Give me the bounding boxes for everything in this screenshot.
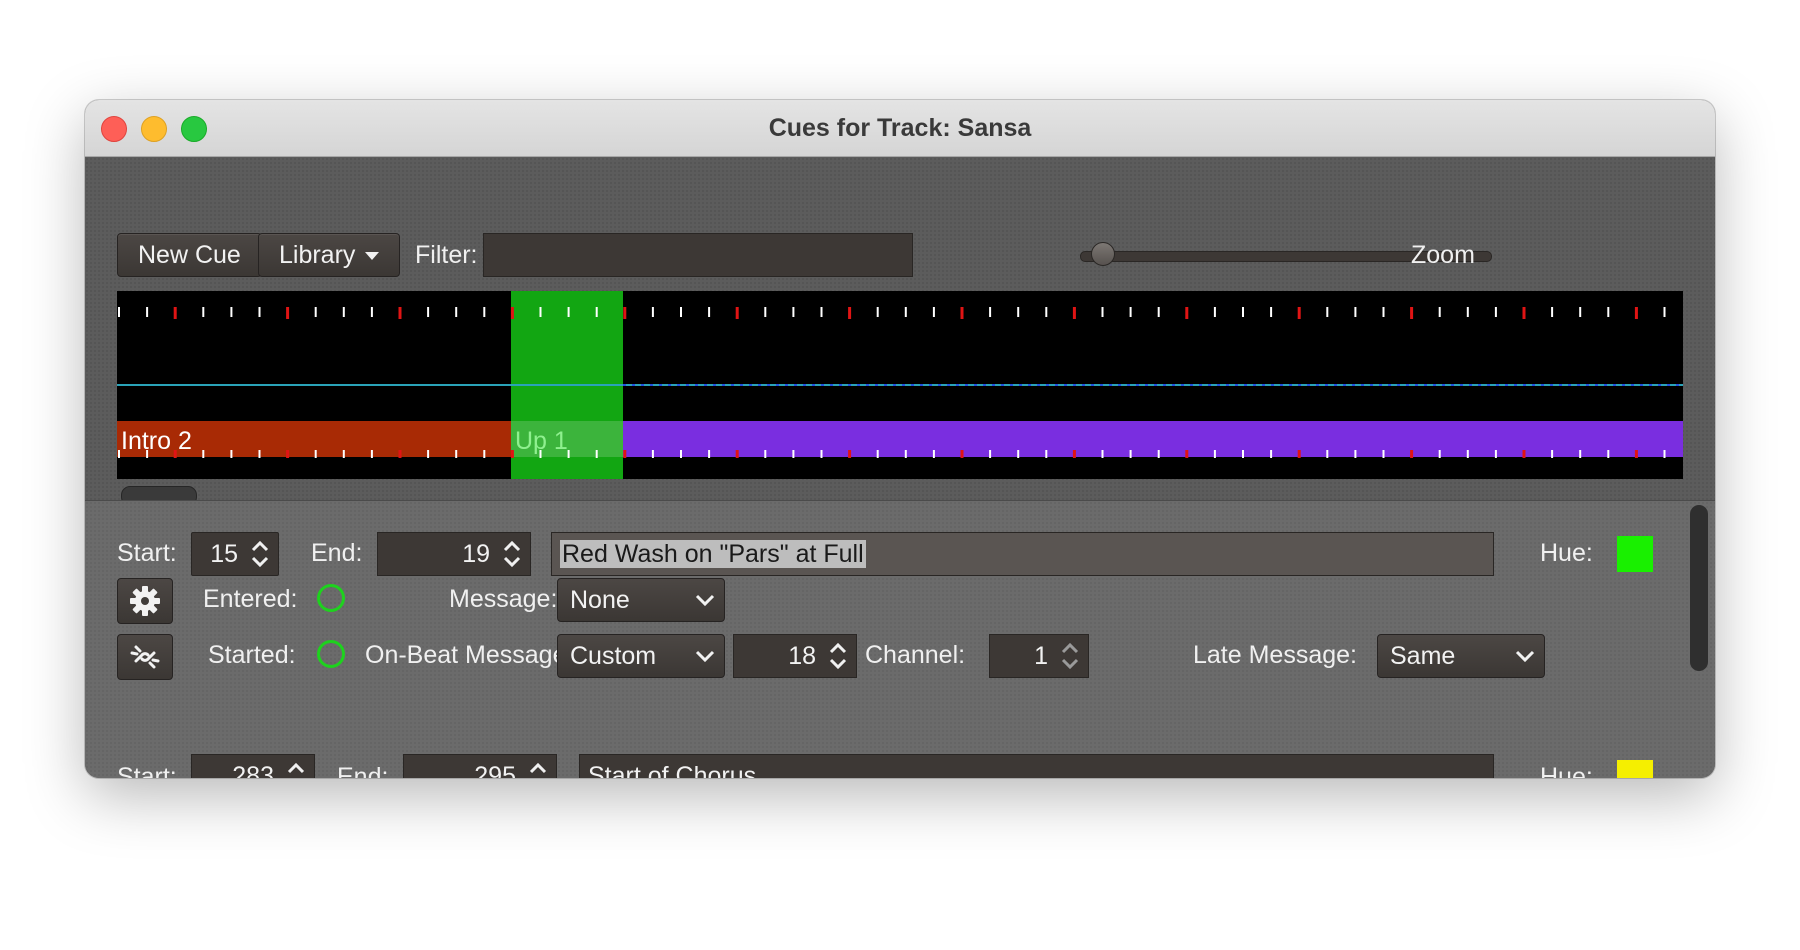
start-label: Start: bbox=[117, 763, 177, 778]
start-spinner[interactable]: 15 bbox=[191, 532, 279, 576]
new-cue-label: New Cue bbox=[138, 241, 241, 269]
started-label: Started: bbox=[208, 641, 296, 669]
library-menu-button[interactable]: Library bbox=[258, 233, 401, 277]
end-value: 19 bbox=[462, 540, 490, 568]
chevron-down-icon bbox=[695, 650, 715, 663]
end-value: 295 bbox=[474, 762, 516, 778]
onbeat-message-label: On-Beat Message: bbox=[365, 641, 574, 669]
end-spinner[interactable]: 19 bbox=[377, 532, 531, 576]
stepper-arrows-icon[interactable] bbox=[1058, 638, 1082, 674]
end-label: End: bbox=[311, 539, 363, 567]
note-spinner[interactable]: 18 bbox=[733, 634, 857, 678]
stepper-arrows-icon[interactable] bbox=[248, 536, 272, 572]
hue-label: Hue: bbox=[1540, 539, 1593, 567]
hue-label: Hue: bbox=[1540, 763, 1593, 778]
end-label: End: bbox=[337, 763, 389, 778]
zoom-slider-thumb[interactable] bbox=[1091, 242, 1115, 266]
started-indicator bbox=[317, 640, 345, 668]
cue-comment-field[interactable]: Red Wash on "Pars" at Full bbox=[551, 532, 1494, 576]
filter-label: Filter: bbox=[415, 241, 478, 269]
start-spinner[interactable]: 283 bbox=[191, 754, 315, 778]
chevron-down-icon bbox=[695, 594, 715, 607]
onbeat-message-select[interactable]: Custom bbox=[557, 634, 725, 678]
hue-swatch[interactable] bbox=[1617, 536, 1653, 572]
late-message-value: Same bbox=[1390, 642, 1456, 670]
late-message-select[interactable]: Same bbox=[1377, 634, 1545, 678]
dropdown-caret-icon bbox=[365, 252, 380, 261]
end-spinner[interactable]: 295 bbox=[403, 754, 557, 778]
library-label: Library bbox=[279, 241, 356, 269]
gear-icon bbox=[130, 586, 160, 616]
chevron-down-icon bbox=[1515, 650, 1535, 663]
cues-window: Cues for Track: Sansa New Cue Library Fi… bbox=[85, 100, 1715, 778]
stepper-arrows-icon[interactable] bbox=[284, 758, 308, 778]
message-select[interactable]: None bbox=[557, 578, 725, 622]
cue-link-button[interactable] bbox=[117, 634, 173, 680]
note-value: 18 bbox=[788, 642, 816, 670]
late-message-label: Late Message: bbox=[1193, 641, 1357, 669]
channel-value: 1 bbox=[1034, 642, 1048, 670]
cue-label-up: Up 1 bbox=[515, 427, 568, 455]
entered-indicator bbox=[317, 584, 345, 612]
stepper-arrows-icon[interactable] bbox=[500, 536, 524, 572]
message-label: Message: bbox=[449, 585, 558, 613]
message-value: None bbox=[570, 586, 630, 614]
onbeat-message-value: Custom bbox=[570, 642, 657, 670]
window-title: Cues for Track: Sansa bbox=[768, 114, 1032, 142]
cue-label-intro: Intro 2 bbox=[121, 427, 192, 455]
stepper-arrows-icon[interactable] bbox=[526, 758, 550, 778]
new-cue-button[interactable]: New Cue bbox=[117, 233, 262, 277]
broken-link-icon bbox=[130, 645, 160, 669]
hue-swatch[interactable] bbox=[1617, 760, 1653, 778]
title-bar: Cues for Track: Sansa bbox=[85, 100, 1715, 157]
start-value: 15 bbox=[210, 540, 238, 568]
channel-spinner[interactable]: 1 bbox=[989, 634, 1089, 678]
cue-comment-text: Start of Chorus bbox=[588, 762, 757, 778]
cue-settings-button[interactable] bbox=[117, 578, 173, 624]
cue-comment-text: Red Wash on "Pars" at Full bbox=[560, 540, 866, 568]
entered-label: Entered: bbox=[203, 585, 298, 613]
channel-label: Channel: bbox=[865, 641, 966, 669]
start-value: 283 bbox=[232, 762, 274, 778]
waveform-display[interactable]: Intro 2 Up 1 bbox=[117, 291, 1683, 479]
start-label: Start: bbox=[117, 539, 177, 567]
zoom-label: Zoom bbox=[1411, 241, 1475, 269]
cue-comment-field[interactable]: Start of Chorus bbox=[579, 754, 1494, 778]
filter-input[interactable] bbox=[483, 233, 913, 277]
vertical-scrollbar[interactable] bbox=[1690, 505, 1708, 671]
stepper-arrows-icon[interactable] bbox=[826, 638, 850, 674]
